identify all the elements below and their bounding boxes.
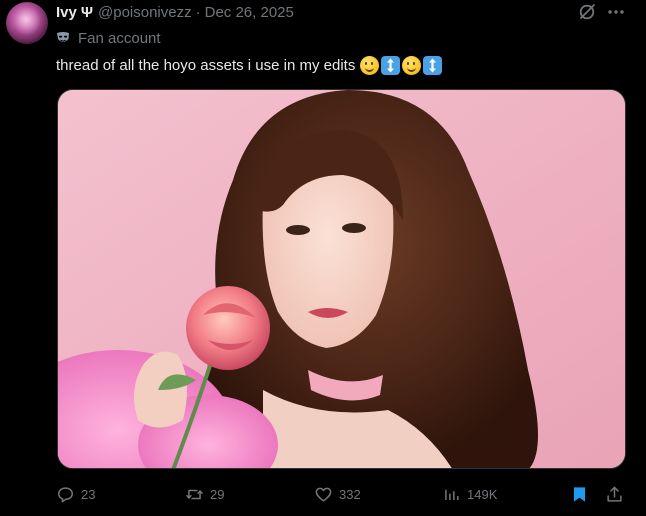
- reply-icon: [58, 486, 73, 502]
- up-down-arrow-emoji: [381, 55, 401, 75]
- fan-account-label[interactable]: Fan account: [56, 28, 161, 48]
- like-button[interactable]: 332: [314, 482, 361, 506]
- bookmark-button[interactable]: [570, 482, 595, 506]
- tweet-date[interactable]: Dec 26, 2025: [205, 4, 294, 21]
- tweet[interactable]: Ivy Ψ @poisonivezz · Dec 26, 2025 Fan ac…: [0, 0, 646, 516]
- separator-dot: ·: [195, 3, 201, 21]
- author-handle[interactable]: @poisonivezz: [98, 4, 192, 21]
- emoji-group: [360, 55, 443, 75]
- views-count: 149K: [467, 486, 498, 502]
- heart-icon: [315, 487, 332, 502]
- reply-count: 23: [81, 486, 96, 502]
- smiling-face-emoji: [360, 55, 380, 75]
- tweet-header: Ivy Ψ @poisonivezz · Dec 26, 2025: [56, 2, 294, 22]
- grok-icon[interactable]: [577, 2, 597, 22]
- author-name-badge: Ψ: [80, 3, 93, 21]
- share-icon: [607, 486, 622, 502]
- more-options-icon[interactable]: [606, 2, 626, 22]
- smiling-face-emoji: [402, 55, 422, 75]
- views-chart-icon: [445, 489, 459, 500]
- share-button[interactable]: [605, 482, 630, 506]
- bookmark-icon: [573, 486, 586, 502]
- tweet-photo[interactable]: [57, 89, 626, 469]
- tweet-text: thread of all the hoyo assets i use in m…: [56, 56, 356, 74]
- avatar[interactable]: [6, 2, 48, 44]
- fan-account-text: Fan account: [78, 29, 161, 47]
- repost-icon: [186, 489, 203, 499]
- views-button[interactable]: 149K: [442, 482, 497, 506]
- reply-button[interactable]: 23: [56, 482, 95, 506]
- up-down-arrow-emoji: [423, 55, 443, 75]
- action-bar: 23 29 332 149K: [56, 482, 628, 506]
- repost-count: 29: [210, 486, 225, 502]
- tweet-text-row: thread of all the hoyo assets i use in m…: [56, 54, 443, 76]
- like-count: 332: [339, 486, 361, 502]
- author-name[interactable]: Ivy: [56, 4, 77, 21]
- repost-button[interactable]: 29: [185, 482, 224, 506]
- theater-mask-icon: [56, 31, 71, 46]
